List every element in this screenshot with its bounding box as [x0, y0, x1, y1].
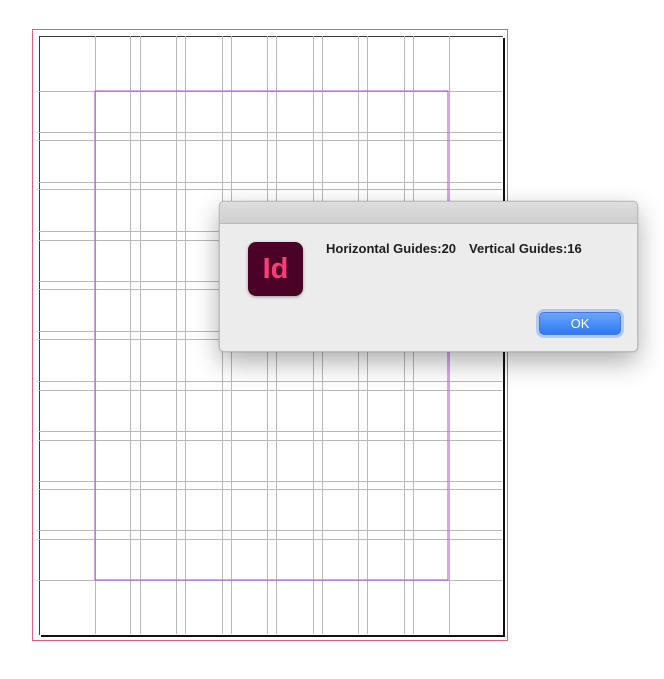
horizontal-guides-count: 20 — [441, 241, 457, 256]
guide-count-message: Horizontal Guides:20 Vertical Guides:16 — [326, 241, 582, 256]
ok-button[interactable]: OK — [539, 312, 621, 335]
app-icon-label: Id — [262, 252, 289, 285]
horizontal-guides-label: Horizontal Guides: — [326, 241, 442, 256]
indesign-app-icon: Id — [248, 242, 303, 296]
dialog-title-bar[interactable] — [220, 202, 637, 224]
indesign-document-canvas: Id Horizontal Guides:20 Vertical Guides:1… — [0, 0, 664, 679]
vertical-guides-label: Vertical Guides: — [469, 241, 568, 256]
guide-count-alert-dialog: Id Horizontal Guides:20 Vertical Guides:1… — [219, 201, 638, 352]
vertical-guides-count: 16 — [567, 241, 582, 256]
